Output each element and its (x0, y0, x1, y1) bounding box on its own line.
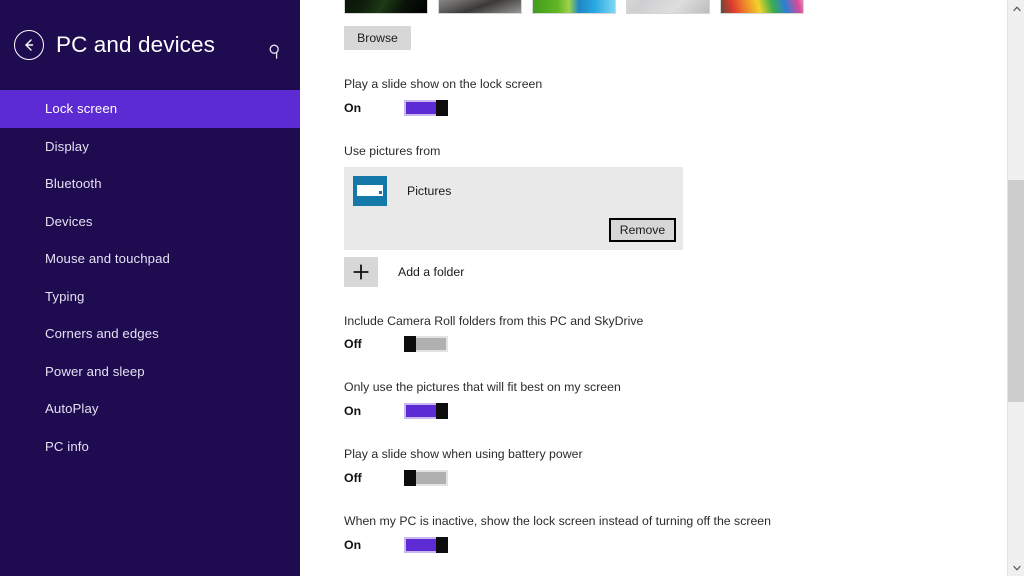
browse-button[interactable]: Browse (344, 26, 411, 50)
remove-button[interactable]: Remove (609, 217, 676, 242)
inactive-lock-state: On (344, 537, 362, 552)
pictures-source-panel: Pictures Remove (344, 166, 683, 250)
battery-power-setting: Play a slide show when using battery pow… (344, 447, 1000, 487)
list-item[interactable]: Pictures (344, 167, 683, 206)
sidebar-header: PC and devices (0, 0, 300, 90)
pc-settings-screen: PC and devices Lock screen Display Bluet… (0, 0, 1024, 576)
sidebar-item-label: AutoPlay (45, 401, 99, 417)
add-folder-row[interactable]: Add a folder (344, 256, 1000, 287)
sidebar-item-mouse-and-touchpad[interactable]: Mouse and touchpad (0, 240, 300, 278)
sidebar-item-autoplay[interactable]: AutoPlay (0, 390, 300, 428)
sidebar-item-label: Bluetooth (45, 176, 102, 192)
toggle-track (404, 99, 438, 116)
camera-roll-state: Off (344, 337, 362, 352)
fit-best-state: On (344, 404, 362, 418)
toggle-track (404, 403, 438, 419)
pictures-folder-icon (353, 175, 387, 206)
lock-screen-settings: Browse Play a slide show on the lock scr… (300, 0, 1000, 576)
slideshow-setting: Play a slide show on the lock screen On (344, 77, 1000, 117)
camera-roll-setting: Include Camera Roll folders from this PC… (344, 314, 1000, 354)
sidebar-item-label: Typing (45, 288, 85, 304)
vertical-scrollbar[interactable] (1007, 0, 1024, 576)
sidebar-item-devices[interactable]: Devices (0, 203, 300, 241)
thumbnail-color-stripes[interactable] (720, 0, 804, 14)
slideshow-toggle-row: On (344, 99, 1000, 117)
toggle-knob (436, 536, 448, 553)
chevron-down-icon[interactable] (1008, 559, 1024, 576)
battery-power-state: Off (344, 470, 362, 485)
use-pictures-from-setting: Use pictures from Pictures Remove Add a … (344, 144, 1000, 287)
sidebar-item-label: Mouse and touchpad (45, 251, 170, 267)
sidebar-item-display[interactable]: Display (0, 128, 300, 166)
inactive-lock-toggle[interactable] (404, 536, 448, 553)
inactive-lock-label: When my PC is inactive, show the lock sc… (344, 513, 771, 528)
inactive-lock-toggle-row: On (344, 536, 1000, 554)
toggle-track (404, 536, 438, 553)
sidebar-item-power-and-sleep[interactable]: Power and sleep (0, 353, 300, 391)
wallpaper-thumbnail-strip (344, 0, 804, 14)
sidebar-item-label: PC info (45, 438, 89, 454)
fit-best-toggle-row: On (344, 402, 1000, 420)
back-arrow-icon[interactable] (14, 30, 44, 60)
camera-roll-label: Include Camera Roll folders from this PC… (344, 313, 644, 328)
thumbnail-gray-stone[interactable] (438, 0, 522, 14)
sidebar-item-typing[interactable]: Typing (0, 278, 300, 316)
battery-power-label: Play a slide show when using battery pow… (344, 447, 583, 461)
fit-best-toggle[interactable] (404, 403, 448, 419)
thumbnail-dark-leaf[interactable] (344, 0, 428, 14)
thumbnail-white-speckle[interactable] (626, 0, 710, 14)
sidebar-item-label: Lock screen (45, 101, 118, 117)
toggle-track (414, 469, 448, 486)
toggle-knob (404, 469, 416, 486)
thumbnail-green-blue-curve[interactable] (532, 0, 616, 14)
sidebar: PC and devices Lock screen Display Bluet… (0, 0, 300, 576)
plus-icon (344, 256, 378, 287)
content-pane: Browse Play a slide show on the lock scr… (300, 0, 1024, 576)
toggle-knob (436, 403, 448, 419)
fit-best-label: Only use the pictures that will fit best… (344, 380, 621, 395)
toggle-knob (436, 99, 448, 116)
search-icon[interactable] (266, 42, 286, 62)
sidebar-item-pc-info[interactable]: PC info (0, 428, 300, 466)
fit-best-setting: Only use the pictures that will fit best… (344, 380, 1000, 420)
sidebar-item-label: Display (45, 138, 89, 154)
sidebar-item-bluetooth[interactable]: Bluetooth (0, 165, 300, 203)
camera-roll-toggle[interactable] (404, 336, 448, 353)
slideshow-label: Play a slide show on the lock screen (344, 77, 543, 91)
camera-roll-toggle-row: Off (344, 335, 1000, 353)
battery-power-toggle-row: Off (344, 469, 1000, 487)
slideshow-state: On (344, 100, 362, 115)
inactive-lock-setting: When my PC is inactive, show the lock sc… (344, 514, 1000, 554)
sidebar-item-label: Devices (45, 213, 93, 229)
sidebar-nav: Lock screen Display Bluetooth Devices Mo… (0, 90, 300, 465)
sidebar-item-label: Power and sleep (45, 363, 145, 379)
use-pictures-from-label: Use pictures from (344, 143, 441, 158)
toggle-track (414, 336, 448, 353)
sidebar-item-label: Corners and edges (45, 326, 159, 342)
sidebar-item-lock-screen[interactable]: Lock screen (0, 90, 300, 128)
sidebar-item-corners-and-edges[interactable]: Corners and edges (0, 315, 300, 353)
slideshow-toggle[interactable] (404, 99, 448, 116)
toggle-knob (404, 336, 416, 353)
pictures-folder-name: Pictures (407, 183, 452, 198)
add-folder-label: Add a folder (398, 264, 465, 279)
page-title: PC and devices (56, 32, 215, 57)
scrollbar-thumb[interactable] (1008, 180, 1024, 402)
battery-power-toggle[interactable] (404, 469, 448, 486)
chevron-up-icon[interactable] (1008, 0, 1024, 17)
